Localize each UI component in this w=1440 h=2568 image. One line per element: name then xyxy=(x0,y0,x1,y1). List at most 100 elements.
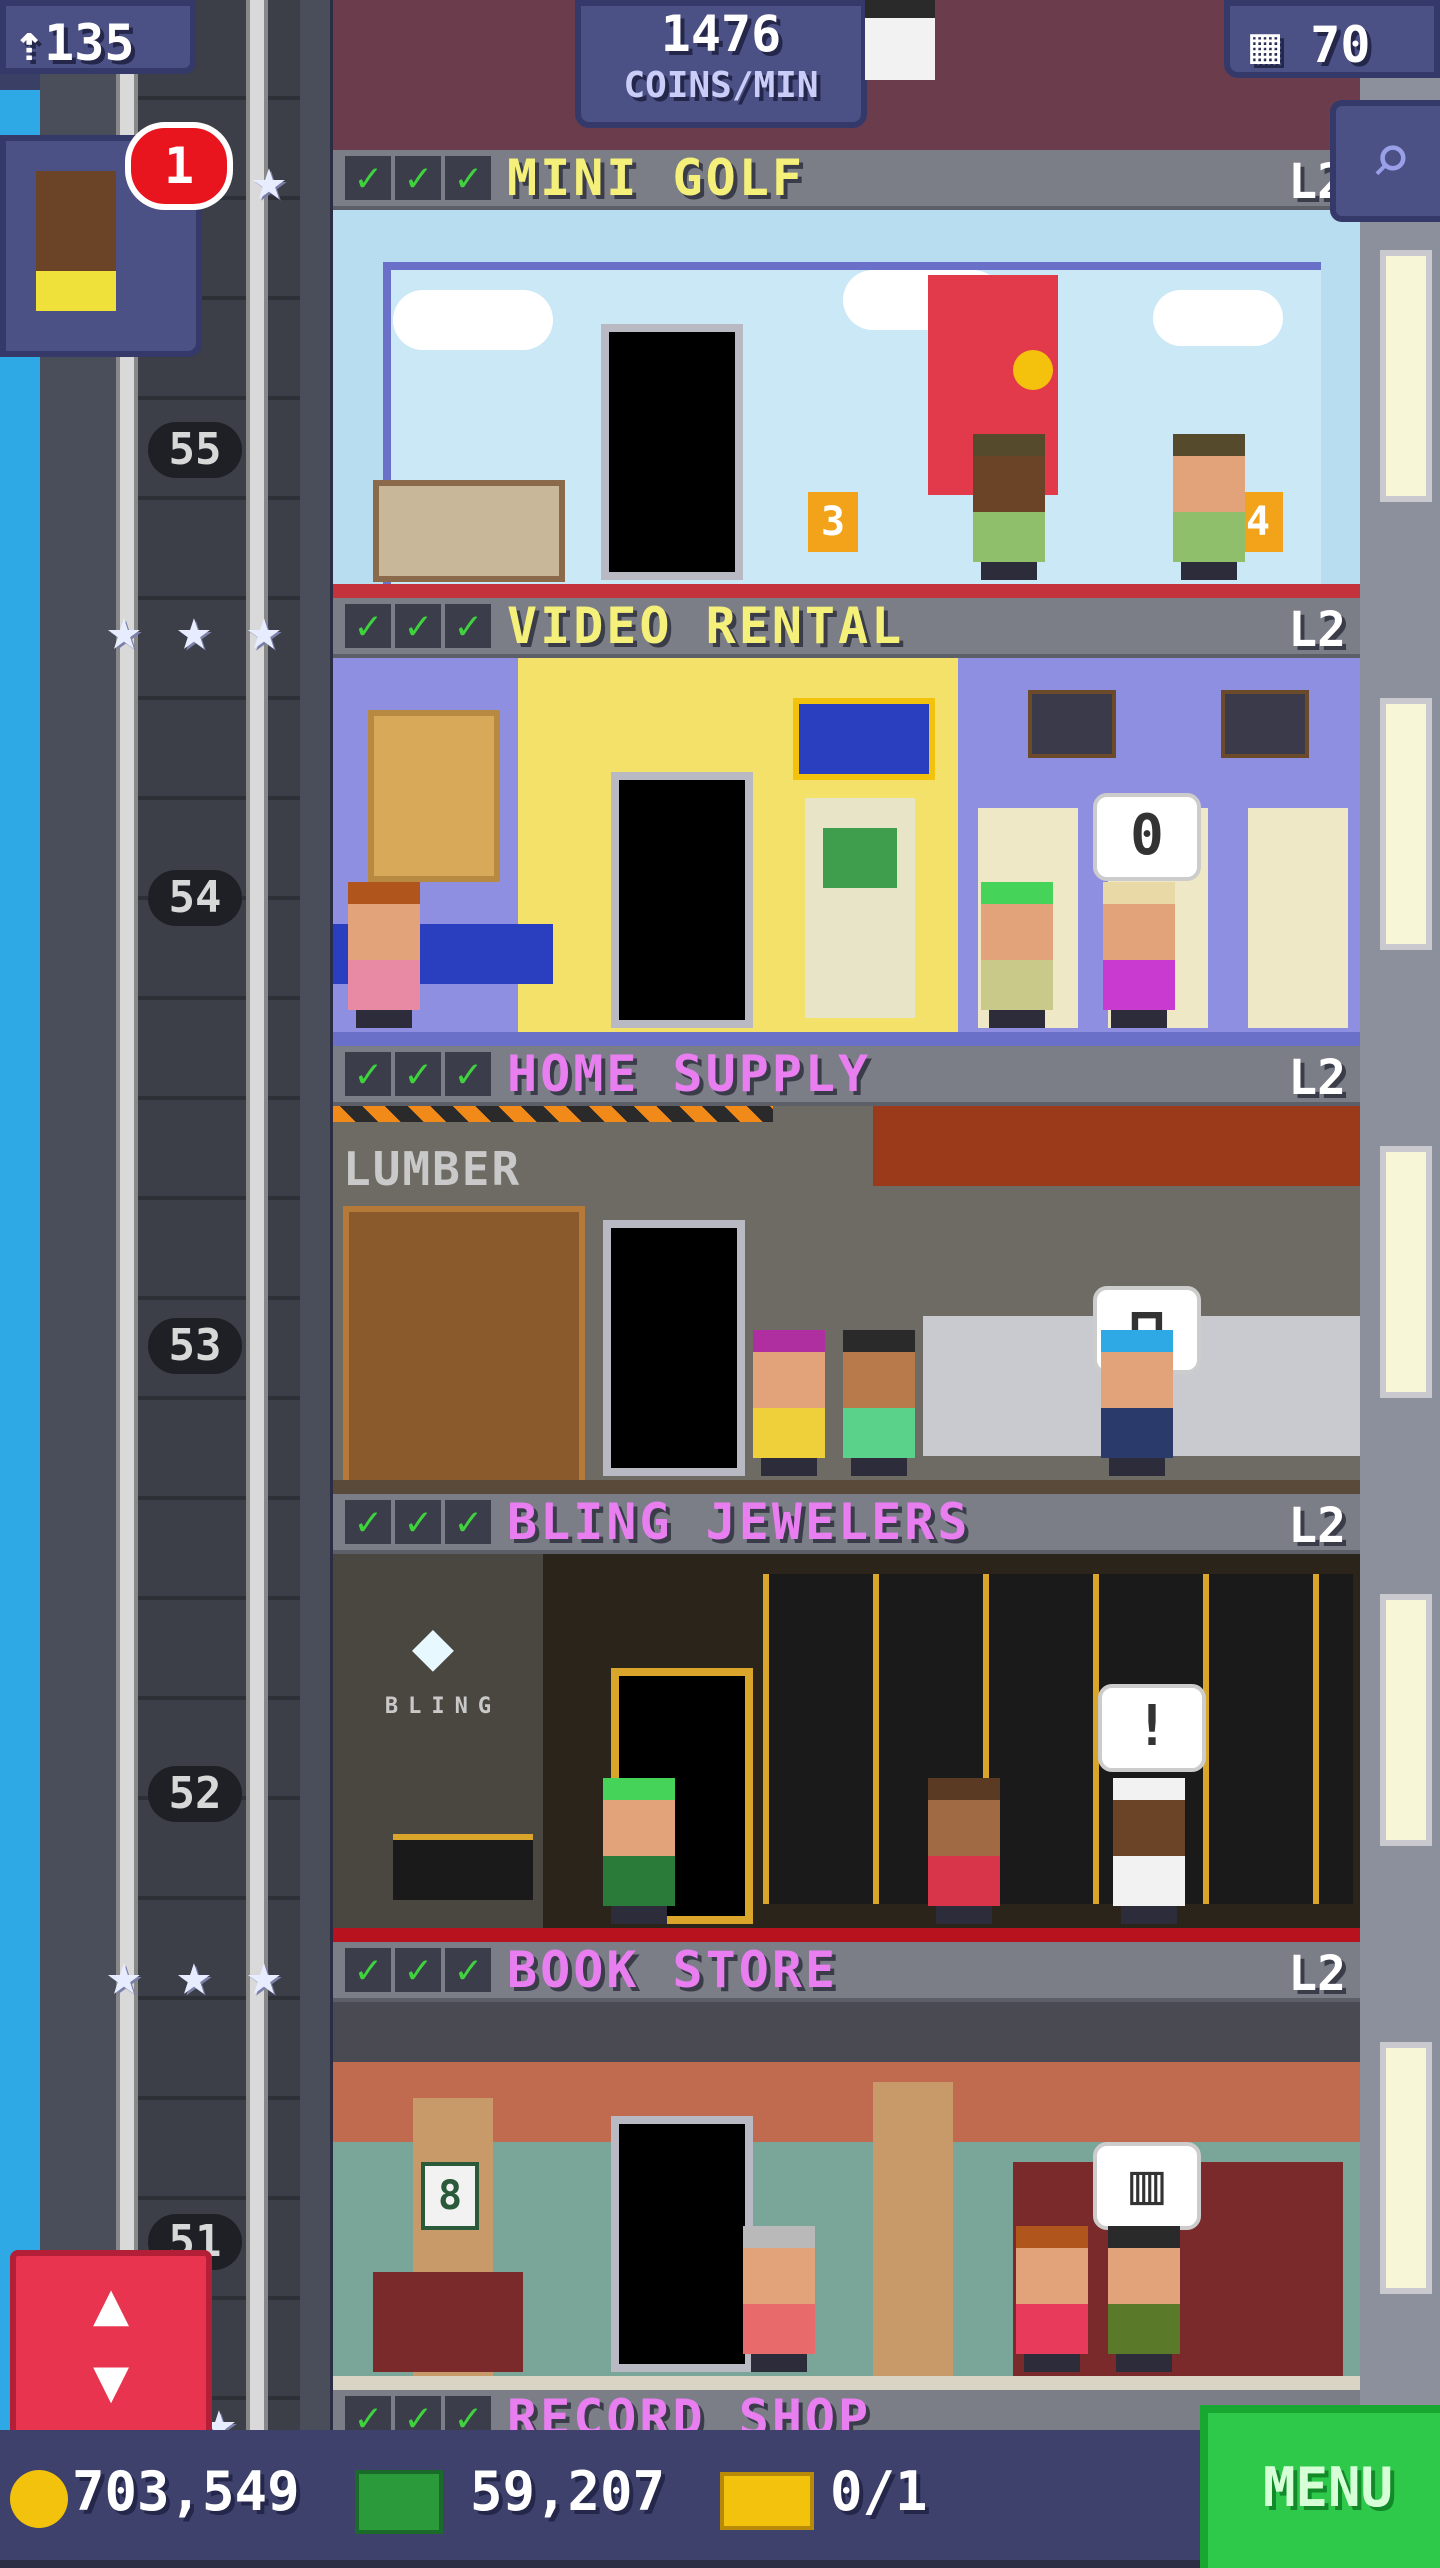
floor-video-rental[interactable]: ✓ ✓ ✓ VIDEO RENTAL L2 0 xyxy=(333,597,1360,1046)
floor-door xyxy=(601,324,743,580)
bitizen-legs xyxy=(851,1458,907,1476)
floor-level: L2 xyxy=(1288,1946,1346,2002)
elevator-shaft[interactable] xyxy=(40,0,370,2430)
ticket-sign xyxy=(793,698,935,780)
bitizen[interactable] xyxy=(928,1778,1000,1924)
floor-header: ✓ ✓ ✓ BLING JEWELERS L2 xyxy=(333,1493,1360,1554)
lumber-rack xyxy=(343,1206,585,1488)
floor-header: ✓ ✓ ✓ BOOK STORE L2 xyxy=(333,1941,1360,2002)
bitizen[interactable] xyxy=(973,434,1045,580)
bitizen-head xyxy=(743,2240,815,2304)
bitizen[interactable] xyxy=(743,2226,815,2372)
bitizen[interactable] xyxy=(981,882,1053,1028)
floor-book-store[interactable]: ✓ ✓ ✓ BOOK STORE L2 8 ▥ xyxy=(333,1941,1360,2390)
coins-per-min-value: 1476 xyxy=(660,5,782,63)
notification-badge[interactable]: 1 xyxy=(125,122,233,210)
floors-counter[interactable]: ▦ 70 xyxy=(1224,0,1440,78)
search-icon: ⌕ xyxy=(1369,118,1413,200)
bitizen-legs xyxy=(981,562,1037,580)
star-marker-52: ★ ★ ★ xyxy=(95,1945,293,2005)
bux-icon xyxy=(355,2470,443,2534)
bitizen-head xyxy=(981,896,1053,960)
jewelry-cases xyxy=(763,1574,1353,1904)
bitizen-legs xyxy=(1109,1458,1165,1476)
coins-value[interactable]: 703,549 xyxy=(72,2460,300,2523)
floor-number-54: 54 xyxy=(148,870,242,926)
bitizen[interactable] xyxy=(843,1330,915,1476)
bitizen[interactable] xyxy=(1108,2226,1180,2372)
floor-mini-golf[interactable]: ✓ ✓ ✓ MINI GOLF L2 3 4 xyxy=(333,149,1360,598)
check-icon: ✓ xyxy=(395,604,441,648)
bitizen[interactable] xyxy=(1113,1778,1185,1924)
coins-per-min-display[interactable]: 1476 COINS/MIN xyxy=(575,0,867,128)
bitizen-legs xyxy=(1121,1906,1177,1924)
menu-button[interactable]: MENU xyxy=(1200,2405,1440,2568)
room-bling-jewelers[interactable]: ◆ BLING ! xyxy=(333,1554,1360,1942)
bitizen[interactable] xyxy=(603,1778,675,1924)
star-icon: ★ xyxy=(106,595,142,663)
bitizen-head xyxy=(1173,448,1245,512)
floor-name: BLING JEWELERS xyxy=(507,1493,971,1551)
bux-value[interactable]: 59,207 xyxy=(470,2460,665,2523)
building-icon: ▦ xyxy=(1250,16,1281,74)
room-book-store[interactable]: 8 ▥ xyxy=(333,2002,1360,2390)
room-mini-golf[interactable]: 3 4 xyxy=(333,210,1360,598)
stock-checks: ✓ ✓ ✓ xyxy=(345,2396,491,2430)
floor-name: BOOK STORE xyxy=(507,1941,839,1999)
floor-bling-jewelers[interactable]: ✓ ✓ ✓ BLING JEWELERS L2 ◆ BLING ! xyxy=(333,1493,1360,1942)
window xyxy=(1380,1594,1432,1846)
book-shelf xyxy=(373,2272,523,2372)
star-icon: ★ xyxy=(246,595,282,663)
check-icon: ✓ xyxy=(345,1052,391,1096)
room-video-rental[interactable]: 0 xyxy=(333,658,1360,1046)
star-marker-top: ★ xyxy=(240,150,298,210)
bitizen-hair xyxy=(843,1330,915,1352)
item-bubble[interactable]: 0 xyxy=(1093,793,1201,881)
bitizen[interactable] xyxy=(348,882,420,1028)
bitizen-head xyxy=(1101,1344,1173,1408)
window xyxy=(1380,2042,1432,2294)
item-bubble[interactable]: ▥ xyxy=(1093,2142,1201,2230)
bitizen[interactable] xyxy=(753,1330,825,1476)
population-value: 135 xyxy=(44,14,135,72)
sunglasses-icon xyxy=(865,0,935,18)
dvd-shelf xyxy=(1248,808,1348,1028)
population-counter[interactable]: ⇡135 xyxy=(0,0,196,74)
bitizen[interactable] xyxy=(1173,434,1245,580)
star-icon: ★ xyxy=(106,1940,142,2008)
stock-checks: ✓ ✓ ✓ xyxy=(345,1948,491,1992)
star-icon: ★ xyxy=(176,1940,212,2008)
star-icon: ★ xyxy=(176,595,212,663)
diamond-icon: ◆ xyxy=(411,1604,455,1686)
bitizen-hair xyxy=(1101,1330,1173,1352)
bitizen-legs xyxy=(1111,1010,1167,1028)
bitizen-hair xyxy=(981,882,1053,904)
star-marker-55: ★ ★ ★ xyxy=(95,600,293,660)
bitizen-body xyxy=(928,1856,1000,1906)
floor-name: HOME SUPPLY xyxy=(507,1045,872,1103)
coins-per-min-label: COINS/MIN xyxy=(623,65,819,106)
bitizen-hair xyxy=(928,1778,1000,1800)
check-icon: ✓ xyxy=(445,604,491,648)
elevator-button[interactable]: ▲ ▼ xyxy=(10,2250,212,2442)
check-icon: ✓ xyxy=(395,156,441,200)
check-icon: ✓ xyxy=(345,1948,391,1992)
room-home-supply[interactable]: LUMBER ⊓ xyxy=(333,1106,1360,1494)
check-icon: ✓ xyxy=(395,1052,441,1096)
bitizen-head xyxy=(843,1344,915,1408)
bitizen[interactable] xyxy=(1103,882,1175,1028)
bitizen-legs xyxy=(611,1906,667,1924)
golf-hole-sign: 3 xyxy=(808,492,858,552)
tickets-value[interactable]: 0/1 xyxy=(830,2460,928,2523)
windmill-hub xyxy=(1013,350,1053,390)
vip-bitizen[interactable] xyxy=(865,0,935,80)
bitizen-head xyxy=(603,1792,675,1856)
bitizen[interactable] xyxy=(1016,2226,1088,2372)
floor-home-supply[interactable]: ✓ ✓ ✓ HOME SUPPLY L2 LUMBER ⊓ xyxy=(333,1045,1360,1494)
elevator-shaft-inner xyxy=(125,0,300,2430)
alert-bubble[interactable]: ! xyxy=(1098,1684,1206,1772)
bitizen-head xyxy=(1103,896,1175,960)
search-button[interactable]: ⌕ xyxy=(1330,100,1440,222)
bitizen[interactable] xyxy=(1101,1330,1173,1476)
floor-door xyxy=(603,1220,745,1476)
